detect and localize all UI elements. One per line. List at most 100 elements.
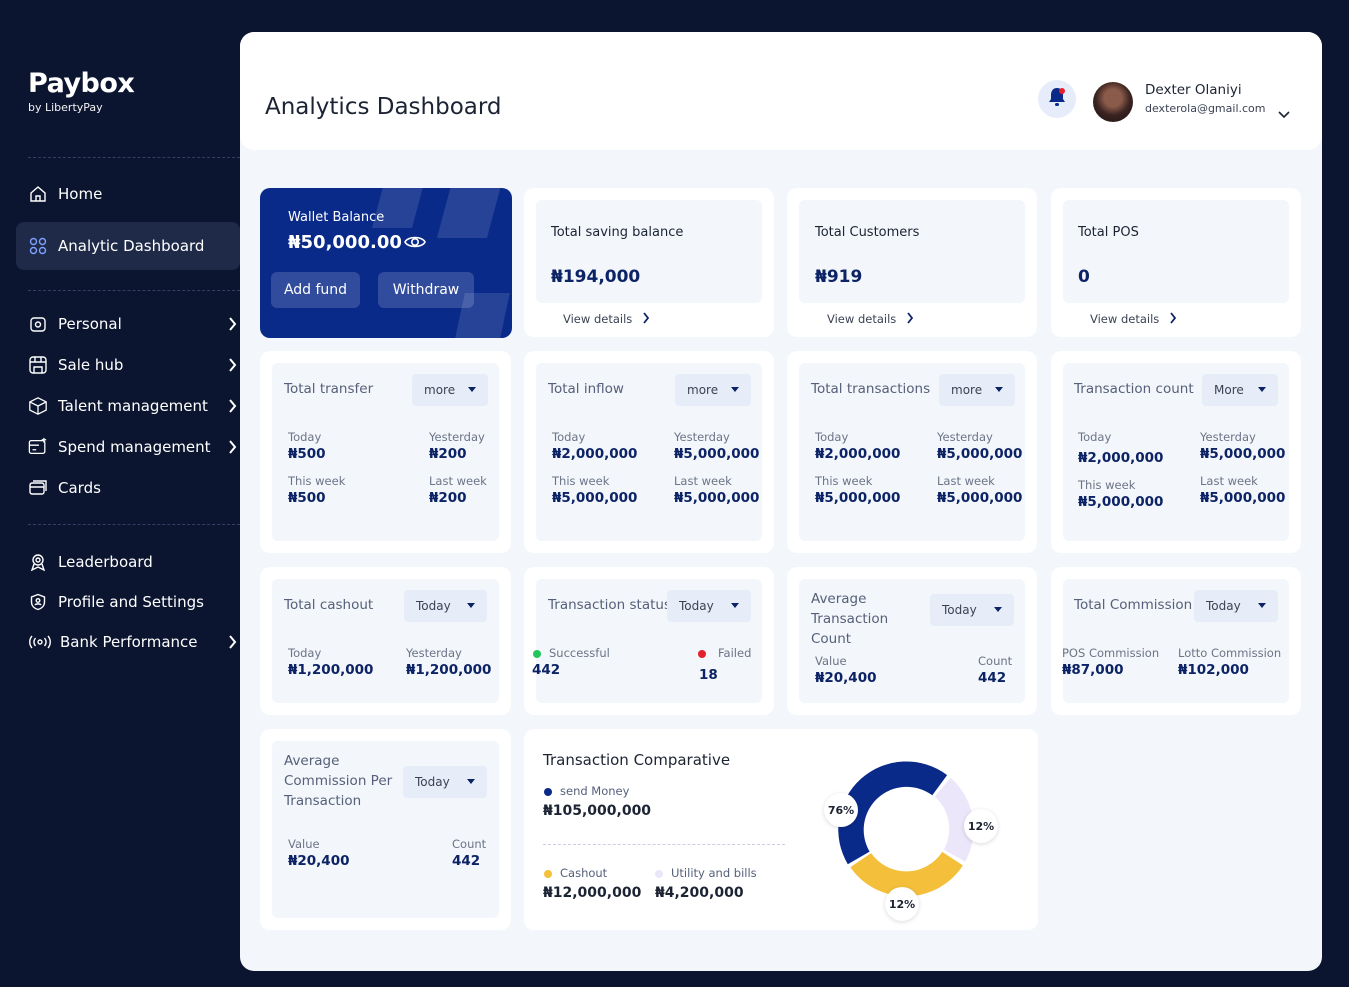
card-total-inflow: Total inflow more Today ₦2,000,000 Yeste… [524, 351, 774, 553]
card-title: Total transactions [811, 381, 931, 397]
view-details-label: View details [1090, 312, 1160, 326]
decor-shape [436, 188, 504, 238]
send-value: ₦105,000,000 [543, 803, 652, 819]
card-title: Total cashout [284, 597, 374, 613]
today-value: ₦2,000,000 [1078, 450, 1164, 466]
today-label: Today [552, 430, 586, 444]
today-label: Today [288, 430, 322, 444]
view-details-link[interactable]: View details [827, 312, 916, 326]
stat-title: Total Customers [815, 225, 920, 240]
lotto-commission-label: Lotto Commission [1178, 646, 1282, 660]
lastweek-label: Last week [674, 474, 732, 488]
failed-value: 18 [699, 667, 718, 683]
dropdown-value: Today [679, 599, 714, 613]
eye-icon[interactable] [404, 233, 426, 251]
sidebar-item-profile-settings[interactable]: Profile and Settings [28, 587, 238, 617]
dropdown-value: more [951, 383, 983, 397]
card-title: Total inflow [548, 381, 624, 397]
card-edit-icon [28, 437, 48, 457]
stat-inner [536, 200, 762, 303]
sidebar-item-sale-hub[interactable]: Sale hub [28, 350, 238, 380]
card-transaction-comparative: Transaction Comparative send Money ₦105,… [524, 729, 1038, 930]
dropdown-value: Today [416, 599, 451, 613]
dropdown-value: Today [1206, 599, 1241, 613]
sidebar-item-personal[interactable]: Personal [28, 309, 238, 339]
yesterday-label: Yesterday [429, 430, 485, 444]
yesterday-value: ₦200 [429, 446, 467, 462]
broadcast-icon [28, 632, 52, 652]
card-title: Total transfer [284, 381, 374, 397]
wallet-icon [28, 314, 48, 334]
wallet-label: Wallet Balance [288, 210, 385, 225]
withdraw-button[interactable]: Withdraw [378, 272, 474, 308]
yesterday-label: Yesterday [674, 430, 730, 444]
lastweek-value: ₦5,000,000 [674, 490, 760, 506]
sidebar-item-leaderboard[interactable]: Leaderboard [28, 547, 238, 577]
sidebar-item-label: Bank Performance [60, 633, 198, 651]
sidebar-item-label: Home [58, 185, 103, 203]
caret-down-icon [1258, 387, 1266, 392]
avatar[interactable] [1093, 82, 1133, 122]
caret-down-icon [1258, 603, 1266, 608]
lastweek-label: Last week [1200, 474, 1258, 488]
sidebar-item-bank-performance[interactable]: Bank Performance [28, 627, 238, 657]
period-dropdown[interactable]: more [412, 374, 488, 406]
period-dropdown[interactable]: Today [404, 590, 487, 622]
period-dropdown[interactable]: More [1202, 374, 1278, 406]
lotto-commission-value: ₦102,000 [1178, 662, 1249, 678]
yesterday-value: ₦5,000,000 [674, 446, 760, 462]
period-dropdown[interactable]: Today [930, 594, 1014, 626]
failed-dot-icon [698, 650, 706, 658]
add-fund-button[interactable]: Add fund [271, 272, 360, 308]
lastweek-label: Last week [429, 474, 487, 488]
brand-subtitle: by LibertyPay [28, 101, 103, 114]
view-details-link[interactable]: View details [563, 312, 652, 326]
yesterday-label: Yesterday [1200, 430, 1256, 444]
caret-down-icon [468, 387, 476, 392]
value-label: Value [815, 654, 847, 668]
sidebar-divider [28, 524, 240, 525]
sidebar-item-home[interactable]: Home [28, 179, 238, 209]
comparative-divider [543, 844, 785, 845]
sidebar-item-label: Leaderboard [58, 553, 153, 571]
value-amount: ₦20,400 [815, 670, 877, 686]
stat-card-customers: Total Customers ₦919 View details [787, 188, 1037, 337]
caret-down-icon [995, 387, 1003, 392]
period-dropdown[interactable]: more [939, 374, 1015, 406]
legend-utility-label: Utility and bills [671, 866, 757, 880]
card-title: Transaction count [1074, 381, 1194, 397]
wallet-amount: ₦50,000.00 [288, 232, 402, 253]
period-dropdown[interactable]: more [675, 374, 751, 406]
period-dropdown[interactable]: Today [667, 590, 751, 622]
stat-card-pos: Total POS 0 View details [1051, 188, 1301, 337]
caret-down-icon [994, 607, 1002, 612]
chevron-down-icon[interactable] [1277, 105, 1293, 119]
sidebar-item-label: Personal [58, 315, 122, 333]
period-dropdown[interactable]: Today [1194, 590, 1278, 622]
brand[interactable]: Paybox by LibertyPay [28, 68, 135, 114]
lastweek-label: Last week [937, 474, 995, 488]
sidebar-item-cards[interactable]: Cards [28, 473, 238, 503]
store-icon [28, 355, 48, 375]
notification-button[interactable] [1038, 80, 1076, 118]
view-details-label: View details [563, 312, 633, 326]
legend-dot-cashout [544, 870, 552, 878]
stat-value: ₦919 [815, 267, 863, 287]
sidebar-item-analytic-dashboard[interactable]: Analytic Dashboard [16, 222, 240, 270]
view-details-link[interactable]: View details [1090, 312, 1179, 326]
award-icon [28, 552, 48, 572]
chevron-right-icon [226, 317, 238, 331]
grid-icon [28, 236, 48, 256]
stat-value: 0 [1078, 267, 1090, 287]
chevron-right-icon [906, 312, 916, 326]
period-dropdown[interactable]: Today [403, 766, 487, 798]
sidebar-item-talent-management[interactable]: Talent management [28, 391, 238, 421]
card-title: Total Commission [1074, 597, 1193, 613]
sidebar-item-label: Profile and Settings [58, 593, 204, 611]
card-total-transactions: Total transactions more Today ₦2,000,000… [787, 351, 1037, 553]
main-panel: Analytics Dashboard Dexter Olaniyi dexte… [240, 32, 1322, 971]
card-average-transaction-count: Average Transaction Count Today Value ₦2… [787, 567, 1037, 715]
sidebar-item-spend-management[interactable]: Spend management [28, 432, 238, 462]
pos-commission-value: ₦87,000 [1062, 662, 1124, 678]
failed-label: Failed [718, 646, 752, 660]
